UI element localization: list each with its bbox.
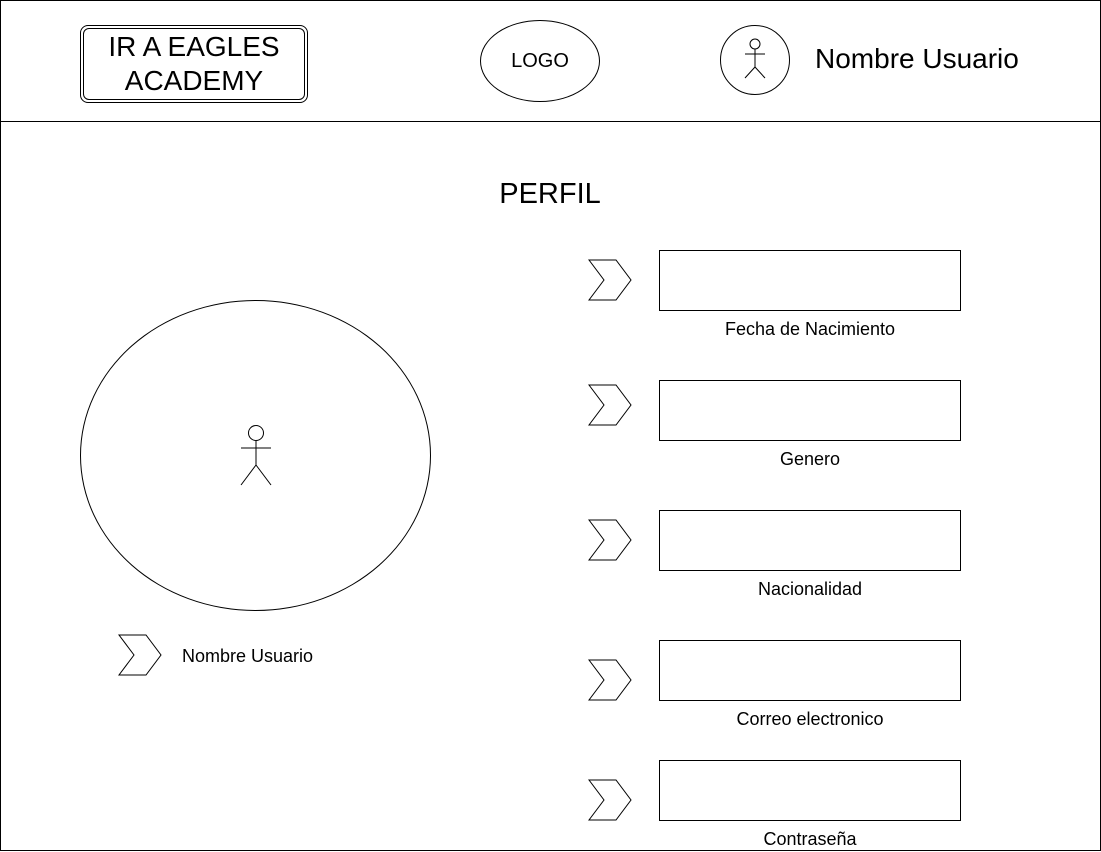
go-to-academy-button[interactable]: IR A EAGLES ACADEMY [80,25,308,103]
chevron-right-icon [588,384,632,426]
email-label: Correo electronico [736,709,884,729]
person-icon [240,424,271,485]
chevron-right-icon [588,519,632,561]
email-field[interactable] [659,640,961,701]
page-title: PERFIL [499,178,601,210]
password-field[interactable] [659,760,961,821]
logo-text: LOGO [511,49,569,72]
go-to-academy-label: IR A EAGLES ACADEMY [83,28,305,100]
birthdate-label: Fecha de Nacimiento [724,319,896,339]
password-label: Contraseña [763,829,857,849]
birthdate-field[interactable] [659,250,961,311]
profile-avatar[interactable] [80,300,431,611]
chevron-right-icon [588,779,632,821]
logo: LOGO [480,20,600,102]
gender-label: Genero [779,449,841,469]
header-user-name[interactable]: Nombre Usuario [815,42,1019,76]
nationality-field[interactable] [659,510,961,571]
nationality-label: Nacionalidad [757,579,863,599]
chevron-right-icon [588,659,632,701]
gender-field[interactable] [659,380,961,441]
chevron-right-icon [118,634,162,676]
chevron-right-icon [588,259,632,301]
header-user-avatar[interactable] [720,25,790,95]
person-icon [744,38,766,79]
profile-user-name: Nombre Usuario [182,646,314,666]
